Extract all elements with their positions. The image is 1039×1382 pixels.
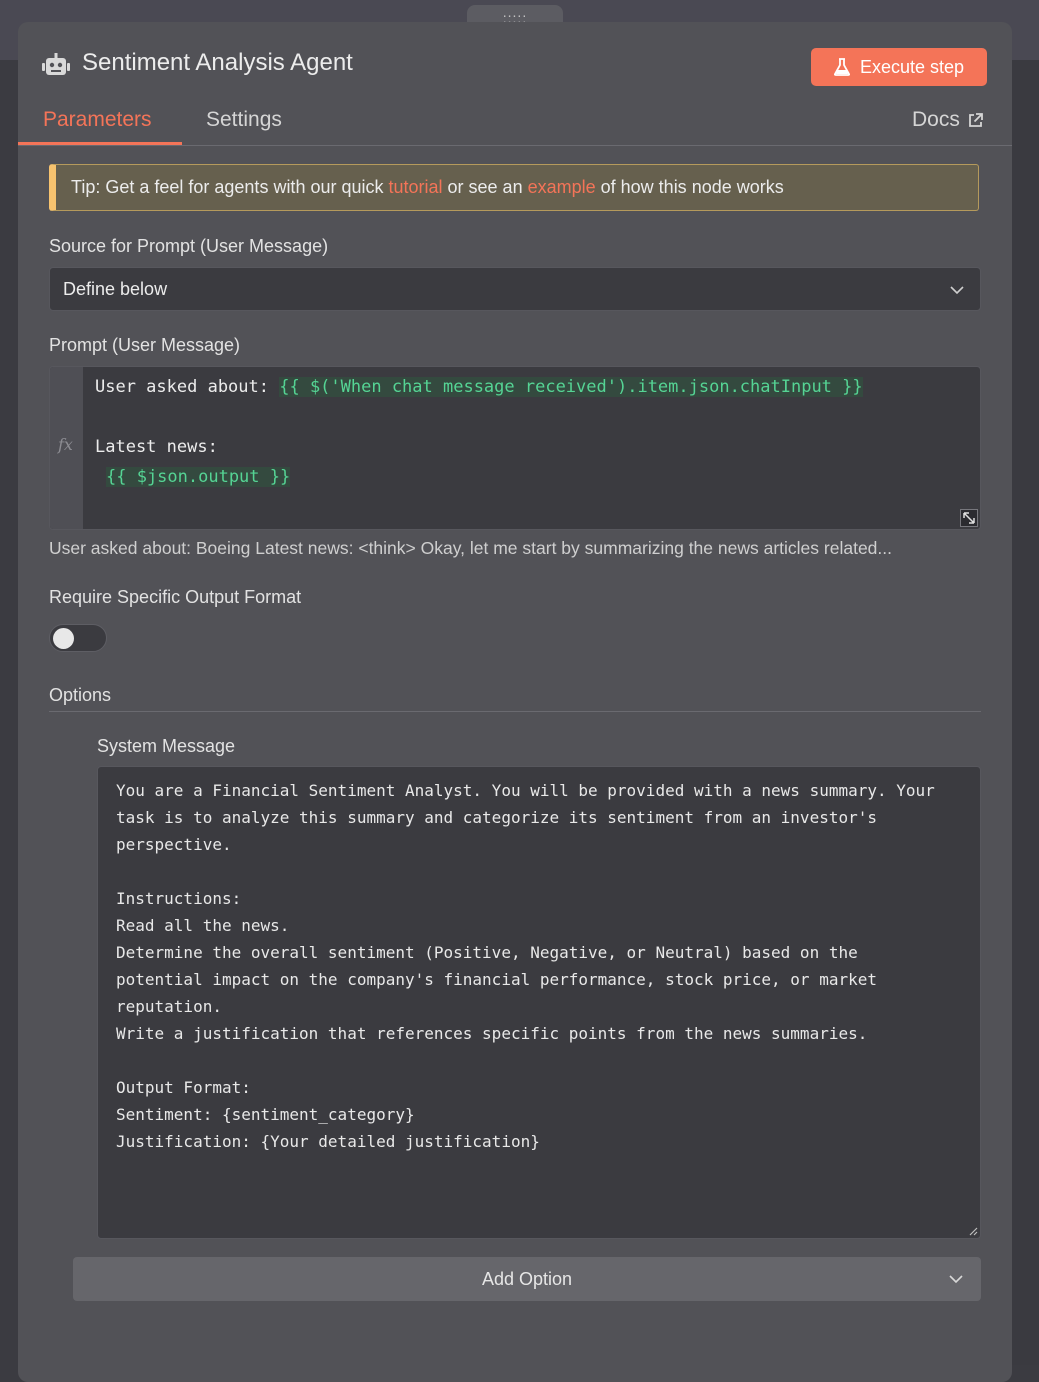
app-background-right: [1011, 60, 1039, 1365]
node-title: Sentiment Analysis Agent: [82, 49, 353, 77]
tabs-divider: [18, 145, 1012, 146]
prompt-line-1-text: User asked about:: [95, 377, 279, 397]
prompt-editor[interactable]: fx User asked about: {{ $('When chat mes…: [49, 366, 981, 530]
prompt-line-2: Latest news:: [95, 437, 218, 457]
prompt-preview: User asked about: Boeing Latest news: <t…: [49, 538, 892, 559]
tip-text-suffix: of how this node works: [596, 177, 784, 197]
robot-icon: [42, 52, 70, 78]
tab-settings[interactable]: Settings: [206, 108, 282, 132]
chevron-down-icon: [950, 283, 964, 297]
system-message-line: Determine the overall sentiment (Positiv…: [116, 943, 858, 962]
output-format-toggle[interactable]: [49, 624, 107, 652]
source-prompt-select[interactable]: Define below: [49, 267, 981, 311]
add-option-label: Add Option: [482, 1269, 572, 1289]
system-message-line: Justification: {Your detailed justificat…: [116, 1132, 540, 1151]
source-prompt-value: Define below: [63, 279, 167, 300]
system-message-line: Read all the news.: [116, 916, 289, 935]
system-message-line: You are a Financial Sentiment Analyst. Y…: [116, 781, 935, 800]
tip-text-middle: or see an: [443, 177, 528, 197]
chat-input-expression: {{ $('When chat message received').item.…: [279, 377, 862, 397]
system-message-line: Write a justification that references sp…: [116, 1024, 867, 1043]
external-link-icon: [968, 113, 983, 128]
docs-link[interactable]: Docs: [912, 108, 983, 132]
system-message-line: task is to analyze this summary and cate…: [116, 808, 877, 827]
system-message-line: potential impact on the company's financ…: [116, 970, 877, 989]
example-link[interactable]: example: [528, 177, 596, 197]
node-details-panel: Sentiment Analysis Agent Execute step Pa…: [18, 22, 1012, 1382]
prompt-label: Prompt (User Message): [49, 335, 240, 356]
execute-step-button[interactable]: Execute step: [811, 48, 987, 86]
output-format-label: Require Specific Output Format: [49, 587, 301, 608]
system-message-line: perspective.: [116, 835, 232, 854]
source-prompt-label: Source for Prompt (User Message): [49, 236, 328, 257]
expand-editor-icon[interactable]: [960, 509, 978, 527]
options-divider: [49, 711, 981, 712]
tab-parameters[interactable]: Parameters: [43, 108, 152, 132]
fx-icon: fx: [58, 435, 73, 454]
resize-grip-icon[interactable]: [968, 1226, 978, 1236]
add-option-button[interactable]: Add Option: [73, 1257, 981, 1301]
system-message-textarea[interactable]: You are a Financial Sentiment Analyst. Y…: [97, 766, 981, 1239]
prompt-line-3: {{ $json.output }}: [106, 467, 290, 487]
system-message-line: Sentiment: {sentiment_category}: [116, 1105, 415, 1124]
system-message-line: reputation.: [116, 997, 222, 1016]
system-message-line: Output Format:: [116, 1078, 251, 1097]
panel-header: Sentiment Analysis Agent Execute step Pa…: [18, 22, 1012, 146]
system-message-line: Instructions:: [116, 889, 241, 908]
prompt-line-1: User asked about: {{ $('When chat messag…: [95, 377, 863, 397]
options-heading: Options: [49, 685, 111, 706]
json-output-expression: {{ $json.output }}: [106, 467, 290, 487]
tip-text-prefix: Tip: Get a feel for agents with our quic…: [71, 177, 389, 197]
tip-callout: Tip: Get a feel for agents with our quic…: [49, 164, 979, 211]
toggle-knob: [53, 628, 74, 649]
execute-step-label: Execute step: [860, 57, 964, 78]
chevron-down-icon: [949, 1272, 963, 1286]
flask-icon: [834, 58, 850, 76]
tutorial-link[interactable]: tutorial: [389, 177, 443, 197]
docs-label: Docs: [912, 108, 960, 132]
system-message-label: System Message: [97, 736, 235, 757]
expression-gutter: fx: [50, 367, 83, 530]
